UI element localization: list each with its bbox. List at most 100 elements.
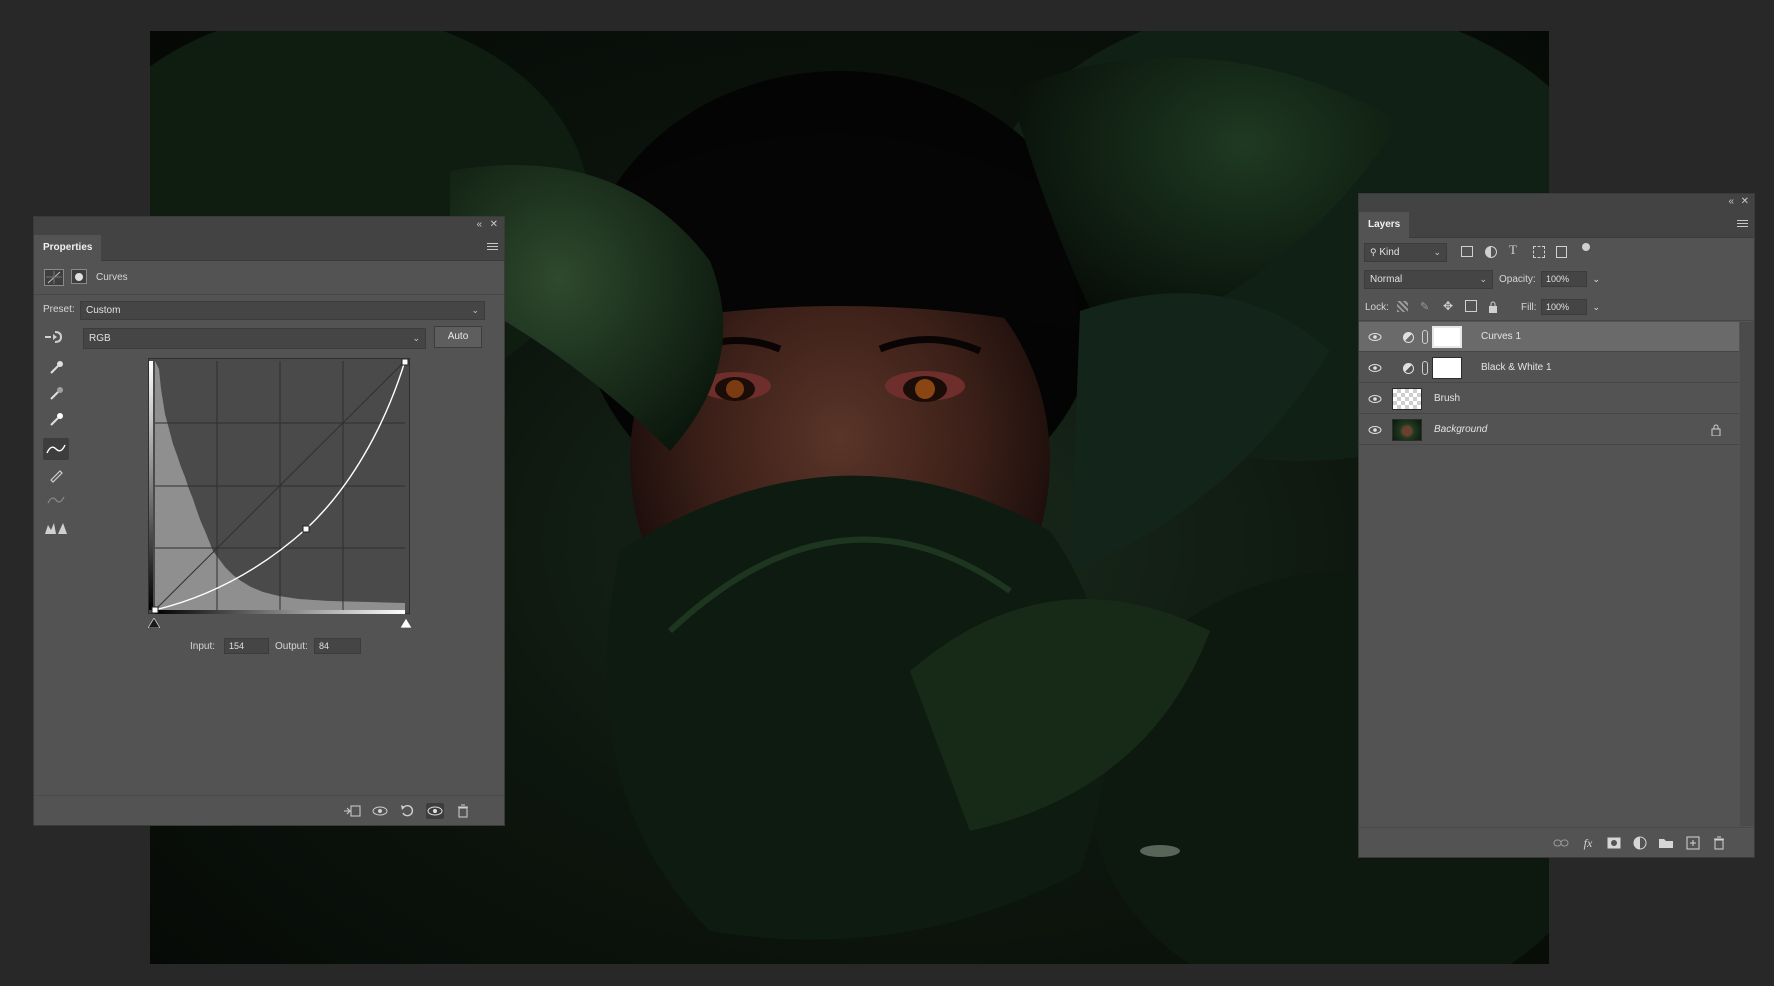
chevron-down-icon: ⌄ <box>1479 274 1487 284</box>
blend-mode-dropdown[interactable]: Normal ⌄ <box>1364 270 1493 289</box>
link-icon[interactable] <box>1552 835 1570 851</box>
fill-value: 100% <box>1546 302 1570 312</box>
layers-scrollbar[interactable] <box>1740 322 1754 826</box>
layers-tabbar: Layers <box>1359 212 1754 238</box>
workspace: « ✕ Properties Curves Preset: Custom ⌄ R… <box>0 0 1774 986</box>
eyedropper-black-icon[interactable] <box>43 357 69 379</box>
collapse-icon[interactable]: « <box>1728 196 1734 208</box>
chevron-down-icon: ⌄ <box>1433 247 1441 257</box>
properties-bottom-bar <box>34 795 504 825</box>
chevron-down-icon: ⌄ <box>1592 302 1600 312</box>
visibility-eye-icon[interactable] <box>1368 424 1382 436</box>
blend-mode-value: Normal <box>1370 274 1403 285</box>
fill-field[interactable]: 100% ⌄ <box>1541 299 1600 315</box>
curve-point-black[interactable] <box>151 606 159 614</box>
adjustment-layer-icon <box>1403 363 1414 374</box>
layer-row-background[interactable]: Background <box>1359 415 1739 445</box>
clip-to-layer-icon[interactable] <box>343 803 361 819</box>
mask-icon[interactable] <box>1605 835 1623 851</box>
visibility-eye-icon[interactable] <box>1368 331 1382 343</box>
visibility-eye-icon[interactable] <box>1368 362 1382 374</box>
input-gradient <box>155 610 405 614</box>
filter-shape-icon[interactable] <box>1533 246 1545 258</box>
input-field[interactable]: 154 <box>224 638 269 654</box>
visibility-eye-icon[interactable] <box>1368 393 1382 405</box>
layer-mask-icon[interactable] <box>71 269 87 284</box>
channel-value: RGB <box>89 333 111 344</box>
layer-row-brush[interactable]: Brush <box>1359 384 1739 414</box>
trash-icon[interactable] <box>454 803 472 819</box>
collapse-icon[interactable]: « <box>476 219 482 231</box>
close-icon[interactable]: ✕ <box>1741 196 1749 208</box>
layer-name: Black & White 1 <box>1481 362 1552 373</box>
layer-mask-thumbnail[interactable] <box>1432 357 1462 379</box>
preset-value: Custom <box>86 305 121 316</box>
layer-thumbnail[interactable] <box>1392 419 1422 441</box>
search-icon: ⚲ <box>1370 247 1377 257</box>
chevron-down-icon: ⌄ <box>471 305 479 315</box>
fill-label: Fill: <box>1521 302 1537 313</box>
filter-kind-dropdown[interactable]: ⚲ Kind ⌄ <box>1364 243 1447 262</box>
smooth-icon[interactable] <box>43 489 69 511</box>
layer-name: Curves 1 <box>1481 331 1522 342</box>
preset-dropdown[interactable]: Custom ⌄ <box>80 301 485 320</box>
filter-smart-object-icon[interactable] <box>1556 246 1567 258</box>
view-previous-icon[interactable] <box>371 803 389 819</box>
black-point-slider[interactable] <box>147 615 161 633</box>
lock-artboard-icon[interactable] <box>1465 300 1477 312</box>
adjustment-icon[interactable] <box>1631 835 1649 851</box>
filter-adjustment-icon[interactable] <box>1485 246 1497 258</box>
curve-points-icon[interactable] <box>43 438 69 460</box>
opacity-field[interactable]: 100% ⌄ <box>1541 271 1600 287</box>
trash-icon[interactable] <box>1710 835 1728 851</box>
layer-mask-thumbnail[interactable] <box>1432 326 1462 348</box>
adjustment-name: Curves <box>96 272 128 283</box>
layer-row-curves-1[interactable]: Curves 1 <box>1359 322 1739 352</box>
filter-pixel-icon[interactable] <box>1461 246 1473 257</box>
layers-panel-titlebar[interactable]: « ✕ <box>1359 194 1754 212</box>
lock-position-icon[interactable]: ✥ <box>1443 299 1453 313</box>
targeted-adjustment-icon[interactable] <box>43 328 67 346</box>
new-layer-icon[interactable] <box>1684 835 1702 851</box>
lock-paint-icon[interactable]: ✎ <box>1420 300 1429 313</box>
opacity-label: Opacity: <box>1499 274 1536 285</box>
tab-layers[interactable]: Layers <box>1359 212 1410 238</box>
filter-type-icon[interactable]: T <box>1509 242 1517 258</box>
lock-all-icon[interactable] <box>1488 300 1498 313</box>
channel-dropdown[interactable]: RGB ⌄ <box>83 328 426 349</box>
properties-tabbar: Properties <box>34 235 504 261</box>
clipping-warning-icon[interactable] <box>43 517 69 539</box>
layer-thumbnail[interactable] <box>1392 388 1422 410</box>
eyedropper-white-icon[interactable] <box>43 409 69 431</box>
eyedropper-gray-icon[interactable] <box>43 383 69 405</box>
opacity-value: 100% <box>1546 274 1570 284</box>
layer-row-black-white-1[interactable]: Black & White 1 <box>1359 353 1739 383</box>
white-point-slider[interactable] <box>399 615 413 633</box>
curves-adjustment-icon <box>44 269 64 286</box>
reset-icon[interactable] <box>399 803 417 819</box>
mask-link-icon[interactable] <box>1422 361 1428 375</box>
filter-kind-value: Kind <box>1379 247 1400 258</box>
fx-icon[interactable]: fx <box>1579 835 1597 851</box>
curve-point-white[interactable] <box>401 358 409 366</box>
curve-point-selected[interactable] <box>302 525 310 533</box>
tab-properties[interactable]: Properties <box>34 235 102 261</box>
filter-toggle-icon[interactable] <box>1582 243 1590 251</box>
adjustment-layer-icon <box>1403 332 1414 343</box>
layers-panel: « ✕ Layers ⚲ Kind ⌄ T Normal ⌄ Opacity: … <box>1358 193 1755 858</box>
pencil-icon[interactable] <box>43 464 69 486</box>
auto-button[interactable]: Auto <box>434 326 482 348</box>
panel-menu-icon[interactable] <box>1737 220 1748 229</box>
properties-panel-titlebar[interactable]: « ✕ <box>34 217 504 235</box>
chevron-down-icon: ⌄ <box>412 333 420 343</box>
lock-transparent-icon[interactable] <box>1397 301 1408 312</box>
mask-link-icon[interactable] <box>1422 330 1428 344</box>
curves-graph[interactable] <box>148 358 410 614</box>
curve-svg <box>149 358 409 614</box>
close-icon[interactable]: ✕ <box>490 219 498 231</box>
output-field[interactable]: 84 <box>314 638 361 654</box>
folder-icon[interactable] <box>1657 835 1675 851</box>
lock-icon[interactable] <box>1711 424 1721 436</box>
visibility-icon[interactable] <box>426 803 444 819</box>
panel-menu-icon[interactable] <box>487 243 498 252</box>
